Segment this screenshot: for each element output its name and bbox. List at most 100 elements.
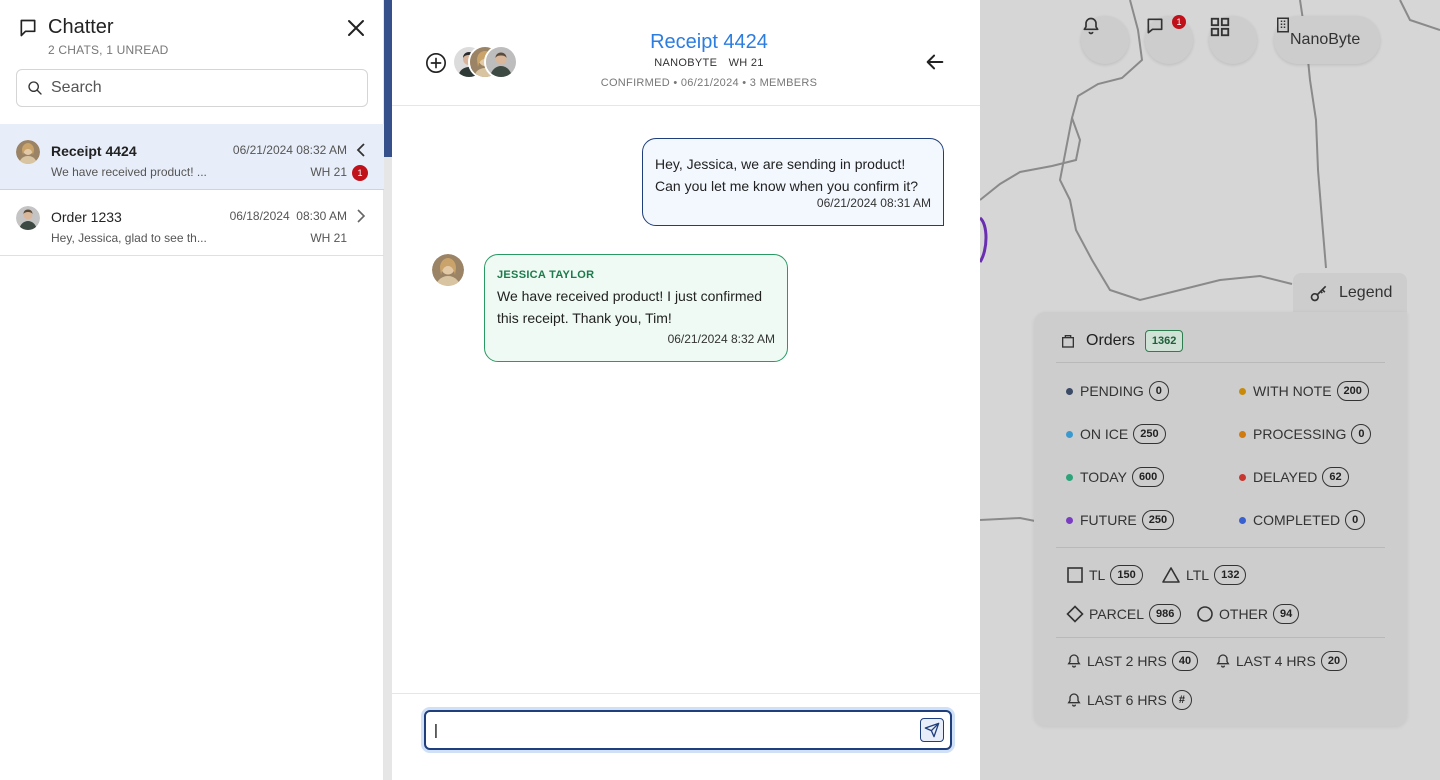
chat-name: Receipt 4424 bbox=[51, 143, 137, 159]
triangle-icon bbox=[1162, 567, 1180, 583]
chat-preview: Hey, Jessica, glad to see th... bbox=[51, 231, 207, 245]
legend-tab[interactable]: Legend bbox=[1293, 273, 1407, 313]
legend-type-count: 150 bbox=[1110, 565, 1143, 585]
messages-button[interactable]: 1 bbox=[1145, 15, 1193, 64]
send-button[interactable] bbox=[920, 718, 944, 742]
chat-list-item-receipt-4424[interactable]: Receipt 4424 06/21/2024 08:32 AM We have… bbox=[0, 124, 384, 190]
chat-meta: CONFIRMED • 06/21/2024 • 3 MEMBERS bbox=[600, 77, 818, 89]
legend-type-count: 94 bbox=[1273, 604, 1300, 624]
organization-button[interactable]: NanoByte bbox=[1274, 16, 1381, 64]
chat-list-item-order-1233[interactable]: Order 1233 06/18/2024 08:30 AM Hey, Jess… bbox=[0, 190, 384, 256]
status-dot bbox=[1066, 516, 1073, 524]
chat-warehouse: WH 21 bbox=[310, 231, 347, 245]
legend-status-count: 0 bbox=[1351, 424, 1372, 444]
active-chat-indicator bbox=[384, 0, 392, 157]
diamond-icon bbox=[1066, 605, 1084, 623]
legend-status-completed: COMPLETED 0 bbox=[1239, 510, 1366, 530]
key-icon bbox=[1310, 285, 1327, 302]
legend-divider bbox=[1056, 362, 1385, 363]
search-box[interactable] bbox=[16, 69, 368, 107]
legend-status-delayed: DELAYED 62 bbox=[1239, 467, 1349, 487]
chat-name: Order 1233 bbox=[51, 209, 122, 225]
legend-alert-count: 40 bbox=[1171, 651, 1199, 671]
legend-status-label: PENDING bbox=[1080, 383, 1144, 399]
back-button[interactable] bbox=[924, 51, 946, 78]
chat-time: 06/18/2024 08:30 AM bbox=[229, 209, 347, 223]
legend-status-label: ON ICE bbox=[1080, 426, 1129, 442]
legend-alert-label: LAST 2 HRS bbox=[1087, 653, 1167, 669]
chat-panel: Receipt 4424 NANOBYTE WH 21 CONFIRMED • … bbox=[392, 0, 980, 780]
message-time: 06/21/2024 08:31 AM bbox=[816, 196, 931, 210]
legend-type-tl: TL 150 bbox=[1066, 565, 1143, 585]
legend-type-label: LTL bbox=[1186, 567, 1210, 583]
search-input[interactable] bbox=[51, 79, 351, 97]
send-icon bbox=[924, 722, 940, 738]
legend-type-other: OTHER 94 bbox=[1196, 604, 1300, 624]
legend-status-label: COMPLETED bbox=[1253, 512, 1341, 528]
legend-status-future: FUTURE 250 bbox=[1066, 510, 1175, 530]
chevron-right-icon bbox=[356, 209, 366, 228]
avatar bbox=[16, 206, 40, 230]
legend-status-label: WITH NOTE bbox=[1253, 383, 1332, 399]
close-icon bbox=[348, 20, 364, 36]
notifications-button[interactable] bbox=[1081, 16, 1129, 64]
legend-type-label: OTHER bbox=[1219, 606, 1268, 622]
legend-status-with-note: WITH NOTE 200 bbox=[1239, 381, 1369, 401]
chat-bubble-icon bbox=[1147, 18, 1163, 34]
status-dot bbox=[1239, 387, 1246, 395]
circle-icon bbox=[1197, 606, 1213, 622]
sidebar-subtitle: 2 CHATS, 1 UNREAD bbox=[48, 43, 169, 57]
messages-badge: 1 bbox=[1172, 15, 1186, 29]
legend-status-count: 0 bbox=[1148, 381, 1169, 401]
legend-orders-header: Orders 1362 bbox=[1060, 330, 1184, 352]
shopping-bag-icon bbox=[1062, 335, 1074, 348]
chat-bubble-icon bbox=[20, 19, 36, 36]
legend-status-count: 250 bbox=[1133, 424, 1166, 444]
legend-alert-label: LAST 4 HRS bbox=[1236, 653, 1316, 669]
status-dot bbox=[1066, 387, 1073, 395]
status-dot bbox=[1066, 473, 1073, 481]
chat-preview: We have received product! ... bbox=[51, 165, 207, 179]
message-time: 06/21/2024 8:32 AM bbox=[667, 332, 775, 346]
legend-status-count: 200 bbox=[1336, 381, 1369, 401]
legend-status-count: 0 bbox=[1345, 510, 1366, 530]
legend-status-count: 62 bbox=[1322, 467, 1349, 487]
chevron-left-icon bbox=[356, 143, 366, 162]
legend-status-label: TODAY bbox=[1080, 469, 1127, 485]
legend-alert-count: # bbox=[1171, 690, 1193, 710]
organization-name: NanoByte bbox=[1290, 31, 1361, 48]
arrow-left-icon bbox=[926, 54, 944, 70]
legend-alert-label: LAST 6 HRS bbox=[1087, 692, 1167, 708]
legend-status-count: 250 bbox=[1141, 510, 1175, 530]
sidebar-header: Chatter bbox=[18, 16, 114, 39]
message-composer bbox=[392, 693, 980, 780]
legend-status-label: DELAYED bbox=[1253, 469, 1318, 485]
legend-divider bbox=[1056, 547, 1385, 548]
message-input-box[interactable] bbox=[424, 710, 952, 750]
building-icon bbox=[1277, 17, 1289, 33]
avatar bbox=[432, 254, 464, 286]
message-text: Hey, Jessica, we are sending in product!… bbox=[655, 156, 919, 194]
message-input[interactable] bbox=[434, 720, 914, 740]
bell-icon bbox=[1083, 17, 1099, 35]
search-icon bbox=[28, 81, 42, 95]
legend-type-count: 132 bbox=[1214, 565, 1247, 585]
square-icon bbox=[1067, 567, 1083, 583]
legend-status-on-ice: ON ICE 250 bbox=[1066, 424, 1166, 444]
close-sidebar-button[interactable] bbox=[344, 16, 368, 40]
grid-icon bbox=[1210, 17, 1230, 37]
bell-icon bbox=[1067, 693, 1081, 707]
chatter-sidebar: Chatter 2 CHATS, 1 UNREAD Receipt 4424 0… bbox=[0, 0, 384, 780]
legend-divider bbox=[1056, 637, 1385, 638]
chat-warehouse: WH 21 bbox=[310, 165, 347, 179]
legend-status-label: PROCESSING bbox=[1253, 426, 1347, 442]
bell-icon bbox=[1067, 654, 1081, 668]
legend-alert-2hrs: LAST 2 HRS 40 bbox=[1066, 651, 1199, 671]
legend-type-parcel: PARCEL 986 bbox=[1066, 604, 1182, 624]
legend-type-label: PARCEL bbox=[1089, 606, 1144, 622]
chat-tag-warehouse: WH 21 bbox=[728, 57, 764, 69]
apps-button[interactable] bbox=[1209, 16, 1257, 64]
bell-icon bbox=[1216, 654, 1230, 668]
message-outgoing: Hey, Jessica, we are sending in product!… bbox=[642, 138, 944, 226]
legend-tab-label: Legend bbox=[1339, 284, 1393, 301]
